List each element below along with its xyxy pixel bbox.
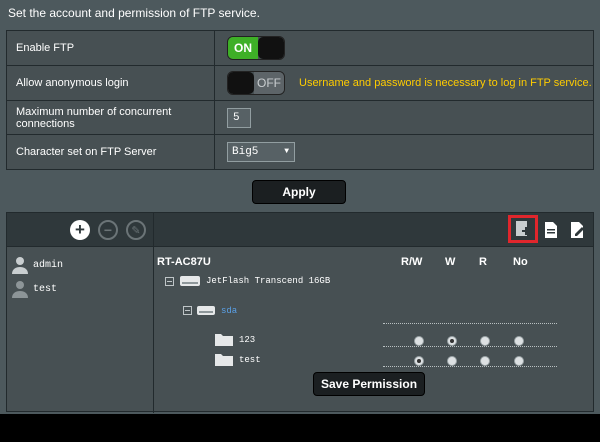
drive-icon bbox=[180, 276, 200, 286]
row-divider bbox=[383, 366, 557, 367]
toggle-knob bbox=[258, 37, 284, 59]
charset-value: Big5 bbox=[232, 146, 259, 158]
radio-no[interactable] bbox=[514, 356, 524, 366]
radio-r[interactable] bbox=[480, 356, 490, 366]
ftp-settings-table: Enable FTP ON Allow anonymous login OFF … bbox=[6, 30, 594, 170]
toggle-state-label: OFF bbox=[254, 72, 284, 94]
page-description: Set the account and permission of FTP se… bbox=[8, 6, 260, 20]
panel-divider bbox=[153, 213, 154, 413]
row-charset: Character set on FTP Server Big5 ▼ bbox=[6, 135, 594, 170]
toggle-state-label: ON bbox=[228, 37, 258, 59]
anonymous-hint: Username and password is necessary to lo… bbox=[299, 77, 592, 89]
row-divider bbox=[383, 323, 557, 324]
enable-ftp-toggle[interactable]: ON bbox=[227, 36, 285, 60]
folder-icon bbox=[215, 354, 233, 366]
radio-rw[interactable] bbox=[414, 336, 424, 346]
edit-account-icon[interactable]: ✎ bbox=[126, 220, 146, 240]
enable-ftp-label: Enable FTP bbox=[7, 31, 215, 65]
folder-icon bbox=[215, 334, 233, 346]
row-anonymous-login: Allow anonymous login OFF Username and p… bbox=[6, 66, 594, 101]
user-icon bbox=[12, 257, 28, 274]
account-item[interactable]: admin bbox=[11, 253, 151, 277]
chevron-down-icon: ▼ bbox=[284, 147, 289, 156]
partition-name: sda bbox=[221, 305, 238, 316]
edit-folder-icon[interactable] bbox=[566, 219, 588, 241]
row-max-connections: Maximum number of concurrent connections… bbox=[6, 101, 594, 135]
add-folder-icon[interactable] bbox=[508, 215, 538, 243]
account-name: test bbox=[33, 283, 58, 295]
anonymous-login-toggle[interactable]: OFF bbox=[227, 71, 285, 95]
max-connections-label: Maximum number of concurrent connections bbox=[7, 101, 215, 134]
expand-toggle-icon bbox=[183, 306, 192, 315]
radio-rw[interactable] bbox=[414, 356, 424, 366]
max-connections-input[interactable]: 5 bbox=[227, 107, 251, 128]
drive-icon bbox=[197, 306, 215, 315]
permission-toolbar: + − ✎ bbox=[7, 213, 593, 247]
bottom-bar bbox=[0, 414, 600, 442]
radio-r[interactable] bbox=[480, 336, 490, 346]
apply-button[interactable]: Apply bbox=[252, 180, 346, 204]
column-w: W bbox=[445, 256, 456, 268]
router-name: RT-AC87U bbox=[157, 256, 211, 268]
folder-name: test bbox=[239, 354, 261, 365]
row-divider bbox=[383, 346, 557, 347]
folder-node[interactable]: 123 bbox=[215, 333, 255, 346]
account-item[interactable]: test bbox=[11, 277, 151, 301]
user-icon bbox=[12, 281, 28, 298]
charset-select[interactable]: Big5 ▼ bbox=[227, 142, 295, 162]
folder-name: 123 bbox=[239, 334, 256, 345]
radio-w[interactable] bbox=[447, 356, 457, 366]
column-no: No bbox=[513, 256, 528, 268]
anonymous-login-label: Allow anonymous login bbox=[7, 66, 215, 100]
toggle-knob bbox=[228, 72, 254, 94]
save-permission-button[interactable]: Save Permission bbox=[313, 372, 425, 396]
permission-panel: + − ✎ admin test RT-AC87U R/W W R No Jet… bbox=[6, 212, 594, 413]
column-rw: R/W bbox=[401, 256, 423, 268]
add-account-icon[interactable]: + bbox=[70, 220, 90, 240]
radio-no[interactable] bbox=[514, 336, 524, 346]
account-name: admin bbox=[33, 259, 64, 271]
charset-label: Character set on FTP Server bbox=[7, 135, 215, 169]
drive-name: JetFlash Transcend 16GB bbox=[206, 276, 331, 286]
folder-node[interactable]: test bbox=[215, 353, 261, 366]
column-r: R bbox=[479, 256, 487, 268]
remove-account-icon[interactable]: − bbox=[98, 220, 118, 240]
expand-toggle-icon bbox=[165, 276, 174, 286]
drive-node[interactable]: JetFlash Transcend 16GB bbox=[165, 275, 330, 287]
document-icon[interactable] bbox=[540, 219, 562, 241]
partition-node[interactable]: sda bbox=[183, 305, 237, 316]
row-enable-ftp: Enable FTP ON bbox=[6, 31, 594, 66]
account-list: admin test bbox=[11, 253, 151, 301]
radio-w[interactable] bbox=[447, 336, 457, 346]
